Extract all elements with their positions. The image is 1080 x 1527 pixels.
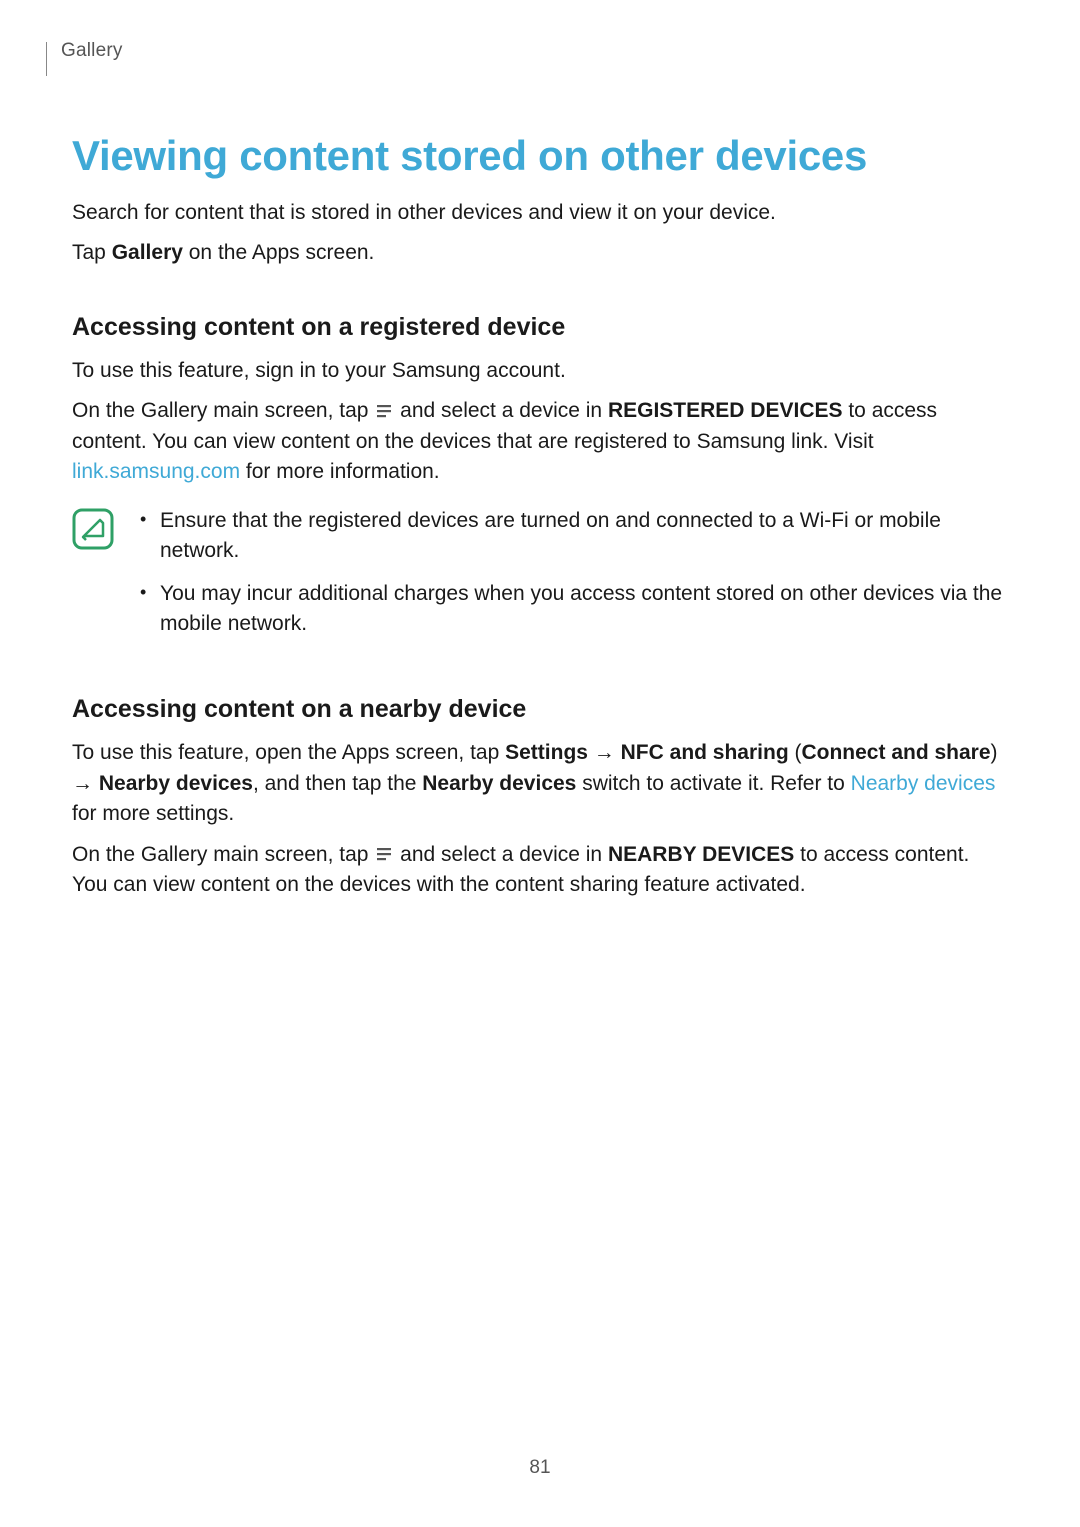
text: and select a device in <box>394 399 608 422</box>
note-block: Ensure that the registered devices are t… <box>72 506 1008 652</box>
text: ( <box>789 741 802 764</box>
note-icon <box>72 508 114 555</box>
text: on the Apps screen. <box>183 241 374 264</box>
bold-text: Gallery <box>112 241 183 264</box>
section1-p1: To use this feature, sign in to your Sam… <box>72 356 1008 386</box>
text: and select a device in <box>394 843 608 866</box>
bold-text: Connect and share <box>801 741 990 764</box>
section2-p1: To use this feature, open the Apps scree… <box>72 738 1008 829</box>
link-nearby-devices[interactable]: Nearby devices <box>851 772 996 795</box>
menu-icon <box>376 841 392 871</box>
intro-paragraph-2: Tap Gallery on the Apps screen. <box>72 238 1008 268</box>
breadcrumb-wrap: Gallery <box>46 42 1008 76</box>
text: Tap <box>72 241 112 264</box>
text: for more settings. <box>72 802 234 825</box>
section2-p2: On the Gallery main screen, tap and sele… <box>72 840 1008 901</box>
note-list: Ensure that the registered devices are t… <box>136 506 1008 652</box>
bold-text: Settings <box>505 741 588 764</box>
text: On the Gallery main screen, tap <box>72 843 374 866</box>
text: ) <box>991 741 998 764</box>
bold-text: REGISTERED DEVICES <box>608 399 843 422</box>
note-item: You may incur additional charges when yo… <box>136 579 1008 640</box>
page-content: Gallery Viewing content stored on other … <box>0 0 1080 901</box>
menu-icon <box>376 398 392 428</box>
arrow: → <box>588 741 621 764</box>
arrow: → <box>72 772 99 795</box>
subheading-registered: Accessing content on a registered device <box>72 313 1008 342</box>
section1-p2: On the Gallery main screen, tap and sele… <box>72 396 1008 487</box>
note-item: Ensure that the registered devices are t… <box>136 506 1008 567</box>
intro-paragraph-1: Search for content that is stored in oth… <box>72 198 1008 228</box>
bold-text: NEARBY DEVICES <box>608 843 794 866</box>
text: On the Gallery main screen, tap <box>72 399 374 422</box>
link-samsung[interactable]: link.samsung.com <box>72 460 240 483</box>
page-title: Viewing content stored on other devices <box>72 132 1008 180</box>
text: switch to activate it. Refer to <box>576 772 850 795</box>
text: , and then tap the <box>253 772 422 795</box>
subheading-nearby: Accessing content on a nearby device <box>72 695 1008 724</box>
page-number: 81 <box>0 1457 1080 1479</box>
bold-text: NFC and sharing <box>621 741 789 764</box>
text: for more information. <box>240 460 440 483</box>
bold-text: Nearby devices <box>99 772 253 795</box>
bold-text: Nearby devices <box>422 772 576 795</box>
text: To use this feature, open the Apps scree… <box>72 741 505 764</box>
breadcrumb: Gallery <box>61 40 123 62</box>
